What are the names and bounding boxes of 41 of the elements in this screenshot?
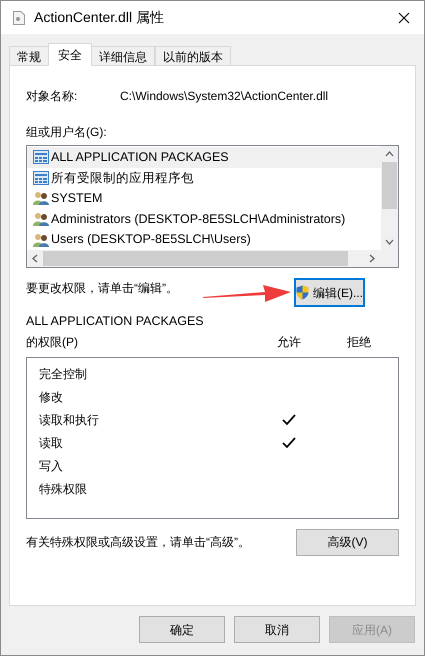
tab[interactable]: 安全 <box>48 43 92 66</box>
allow-header: 允许 <box>276 334 302 351</box>
deny-header: 拒绝 <box>346 334 372 351</box>
permission-name: 完全控制 <box>38 366 88 384</box>
users-icon <box>33 232 49 247</box>
object-name-label: 对象名称: <box>26 88 78 105</box>
scrollbar-thumb[interactable] <box>43 251 348 266</box>
tab[interactable]: 详细信息 <box>91 46 155 66</box>
dialog-button[interactable]: 取消 <box>234 616 320 643</box>
permission-name: 读取 <box>38 435 64 452</box>
edit-hint: 要更改权限，请单击“编辑”。 <box>26 280 179 296</box>
group-list-item[interactable]: Users (DESKTOP-8E5SLCH\Users) <box>27 229 381 250</box>
file-icon <box>13 10 25 24</box>
edit-button[interactable]: 编辑(E)... <box>295 279 364 306</box>
window-grid-icon <box>33 150 49 164</box>
group-list-item[interactable]: SYSTEM <box>27 188 381 209</box>
tab[interactable]: 以前的版本 <box>155 46 231 66</box>
permissions-title: ALL APPLICATION PACKAGES <box>26 313 205 330</box>
advanced-button[interactable]: 高级(V) <box>296 528 399 556</box>
group-list-item[interactable]: ALL APPLICATION PACKAGES <box>27 147 381 168</box>
advanced-hint: 有关特殊权限或高级设置，请单击“高级”。 <box>26 534 251 551</box>
horizontal-scrollbar[interactable] <box>27 250 398 267</box>
group-list-item[interactable]: Administrators (DESKTOP-8E5SLCH\Administrators) <box>27 208 381 230</box>
close-icon[interactable] <box>398 12 410 24</box>
users-icon <box>33 191 49 206</box>
permissions-label: 的权限(P) <box>26 334 79 351</box>
window-grid-icon <box>33 170 49 185</box>
permission-name: 特殊权限 <box>38 481 88 498</box>
permission-name: 写入 <box>38 458 64 476</box>
window-title: ActionCenter.dll 属性 <box>34 8 164 27</box>
tab[interactable]: 常规 <box>9 46 49 66</box>
group-list-item[interactable]: 所有受限制的应用程序包 <box>27 168 381 188</box>
shield-icon <box>296 285 309 300</box>
object-name-value: C:\Windows\System32\ActionCenter.dll <box>120 88 328 105</box>
users-icon <box>33 212 49 226</box>
vertical-scrollbar[interactable] <box>381 146 398 250</box>
permission-name: 读取和执行 <box>38 412 100 430</box>
groups-label: 组或用户名(G): <box>26 124 108 141</box>
scrollbar-thumb[interactable] <box>382 162 397 209</box>
dialog-button[interactable]: 确定 <box>139 616 225 643</box>
permission-name: 修改 <box>38 389 64 406</box>
